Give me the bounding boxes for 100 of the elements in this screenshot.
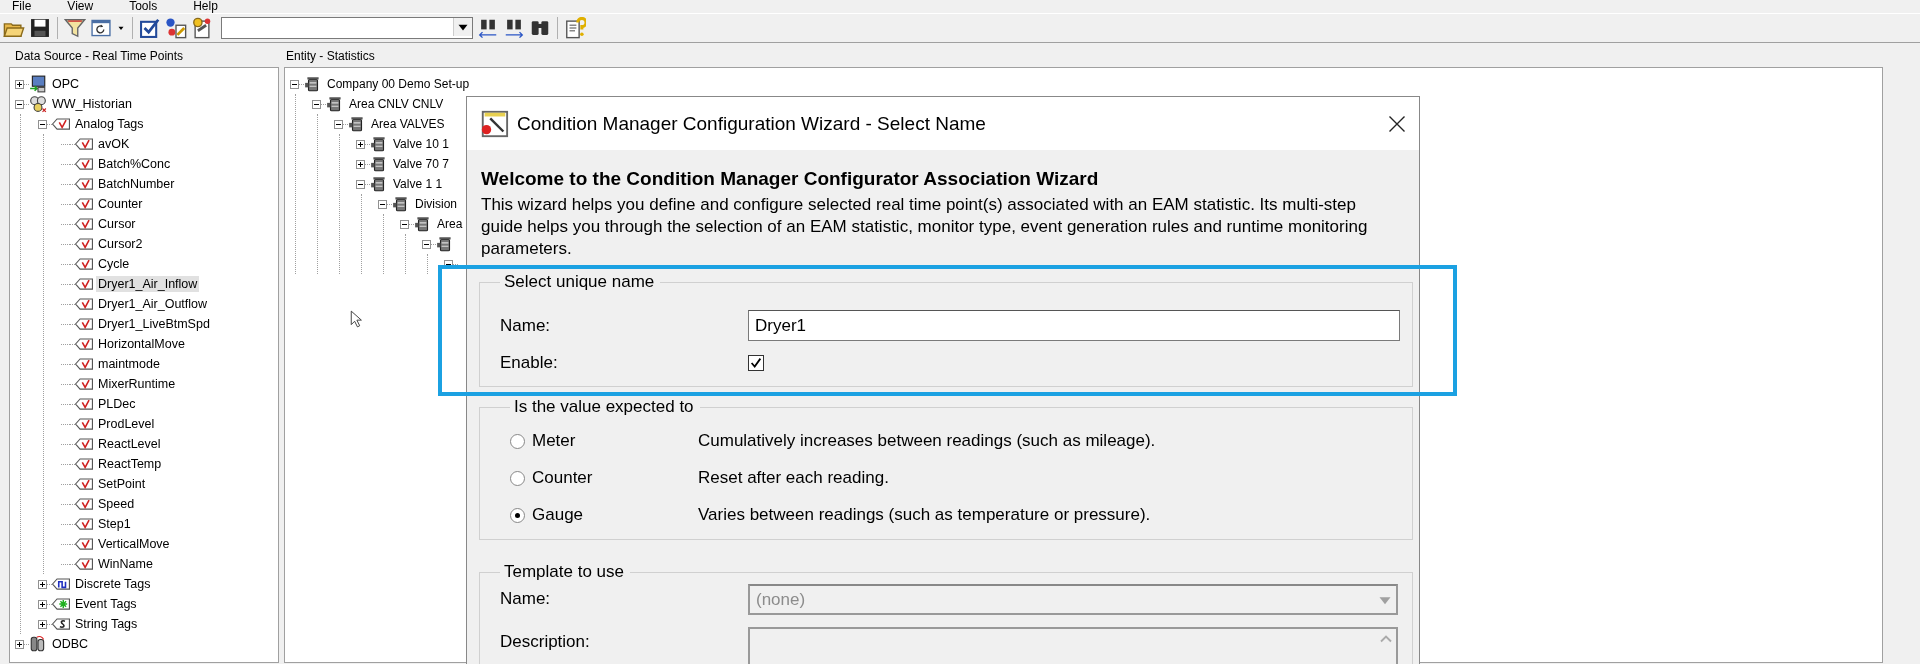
search-combo-field[interactable] <box>221 17 473 39</box>
star-tag-icon <box>52 595 70 613</box>
name-input-field[interactable]: Dryer1 <box>748 310 1400 341</box>
refresh-window-icon[interactable] <box>90 17 112 39</box>
gear-cluster-icon <box>29 95 47 113</box>
menu-item[interactable]: View <box>63 0 98 13</box>
wizard-heading: Welcome to the Condition Manager Configurator Association Wizard <box>481 168 1100 190</box>
tree-item[interactable]: avOK <box>96 136 132 152</box>
tree-item[interactable]: WinName <box>96 556 155 572</box>
tree-item[interactable]: Cycle <box>96 256 132 272</box>
waveform-tag-icon <box>75 515 93 533</box>
expand-toggle[interactable] <box>378 199 387 209</box>
tree-item[interactable]: Dryer1_Air_Outflow <box>96 296 210 312</box>
network-computer-icon <box>29 75 47 93</box>
group-title: Template to use <box>503 562 625 582</box>
radio-button[interactable] <box>510 507 525 523</box>
waveform-tag-icon <box>75 295 93 313</box>
tree-item[interactable]: Step1 <box>96 516 133 532</box>
tree-item[interactable]: Discrete Tags <box>73 576 153 592</box>
binoculars-left-arrow-icon[interactable] <box>477 17 499 39</box>
funnel-icon[interactable] <box>64 17 86 39</box>
tree-item[interactable]: Valve 1 1 <box>391 176 445 192</box>
radio-label[interactable]: Gauge <box>532 505 698 525</box>
expand-toggle[interactable] <box>15 99 24 109</box>
tree-item[interactable]: ReactLevel <box>96 436 163 452</box>
expand-toggle[interactable] <box>400 219 409 229</box>
tree-item[interactable]: Area <box>435 216 465 232</box>
tree-item[interactable]: Speed <box>96 496 137 512</box>
expand-toggle[interactable] <box>15 639 24 649</box>
tree-item[interactable]: Dryer1_LiveBtmSpd <box>96 316 212 332</box>
menu-item[interactable]: Help <box>189 0 222 13</box>
binoculars-right-arrow-icon[interactable] <box>503 17 525 39</box>
tree-item[interactable]: ProdLevel <box>96 416 157 432</box>
tree-item[interactable]: Dryer1_Air_Inflow <box>96 276 200 292</box>
checkbox-icon[interactable] <box>139 17 161 39</box>
waveform-tag-icon <box>75 355 93 373</box>
waveform-tag-icon <box>75 275 93 293</box>
expand-toggle[interactable] <box>356 159 365 169</box>
tree-item[interactable]: Cursor <box>96 216 138 232</box>
expand-toggle[interactable] <box>422 239 431 249</box>
expand-toggle[interactable] <box>356 179 365 189</box>
tree-item[interactable]: SetPoint <box>96 476 148 492</box>
tree-item[interactable]: Batch%Conc <box>96 156 173 172</box>
tree-item[interactable]: Event Tags <box>73 596 139 612</box>
expand-toggle[interactable] <box>38 599 47 609</box>
waveform-tag-icon <box>52 115 70 133</box>
tree-item[interactable]: Area VALVES <box>369 116 447 132</box>
expand-toggle[interactable] <box>38 119 47 129</box>
tree-item[interactable]: MixerRuntime <box>96 376 178 392</box>
tree-item[interactable]: Cursor2 <box>96 236 145 252</box>
expand-toggle[interactable] <box>38 579 47 589</box>
tree-item[interactable]: VerticalMove <box>96 536 172 552</box>
tree-item[interactable]: ODBC <box>50 636 91 652</box>
tree-item[interactable]: Valve 10 1 <box>391 136 451 152</box>
tree-item[interactable]: Counter <box>96 196 145 212</box>
expand-toggle[interactable] <box>290 79 299 89</box>
waveform-tag-icon <box>75 495 93 513</box>
expand-toggle[interactable] <box>312 99 321 109</box>
radio-label[interactable]: Meter <box>532 431 698 451</box>
dialog-title: Condition Manager Configuration Wizard - Select Name <box>517 112 987 135</box>
menu-item[interactable]: File <box>8 0 36 13</box>
waveform-tag-icon <box>75 535 93 553</box>
radio-button[interactable] <box>510 470 525 486</box>
radio-button[interactable] <box>510 433 525 449</box>
panel-title: Entity - Statistics <box>285 49 376 63</box>
tree-item[interactable]: OPC <box>50 76 82 92</box>
tree-item[interactable]: ReactTemp <box>96 456 164 472</box>
tree-item[interactable]: Valve 70 7 <box>391 156 451 172</box>
field-label: Name: <box>500 315 552 336</box>
enable-checkbox[interactable] <box>748 354 764 371</box>
expand-toggle[interactable] <box>334 119 343 129</box>
expand-toggle[interactable] <box>15 79 24 89</box>
tree-item[interactable]: WW_Historian <box>50 96 134 112</box>
panel-title: Data Source - Real Time Points <box>14 49 185 63</box>
gear-document-icon[interactable] <box>165 17 187 39</box>
expand-toggle[interactable] <box>38 619 47 629</box>
waveform-tag-icon <box>75 235 93 253</box>
close-icon[interactable] <box>1387 113 1407 134</box>
tree-item[interactable]: String Tags <box>73 616 140 632</box>
tree-item[interactable]: Division <box>413 196 459 212</box>
help-icon[interactable] <box>564 17 586 39</box>
cylinder-equipment-icon <box>370 155 388 173</box>
tree-item[interactable]: Area CNLV CNLV <box>347 96 446 112</box>
tree-item[interactable]: PLDec <box>96 396 138 412</box>
cylinder-equipment-icon <box>414 215 432 233</box>
tree-item[interactable]: maintmode <box>96 356 162 372</box>
tree-item[interactable]: BatchNumber <box>96 176 177 192</box>
tree-item[interactable]: HorizontalMove <box>96 336 187 352</box>
menu-item[interactable]: Tools <box>125 0 162 13</box>
tree-item[interactable]: Company 00 Demo Set-up <box>325 76 472 92</box>
cylinder-equipment-icon <box>348 115 366 133</box>
expand-toggle[interactable] <box>356 139 365 149</box>
tree-item[interactable]: Analog Tags <box>73 116 146 132</box>
waveform-tag-icon <box>75 315 93 333</box>
waveform-tag-icon <box>75 435 93 453</box>
check-mark-icon <box>749 355 763 370</box>
group-title: Select unique name <box>503 272 656 292</box>
waveform-tag-icon <box>75 455 93 473</box>
radio-label[interactable]: Counter <box>532 468 698 488</box>
settings-document-icon[interactable] <box>191 17 213 39</box>
